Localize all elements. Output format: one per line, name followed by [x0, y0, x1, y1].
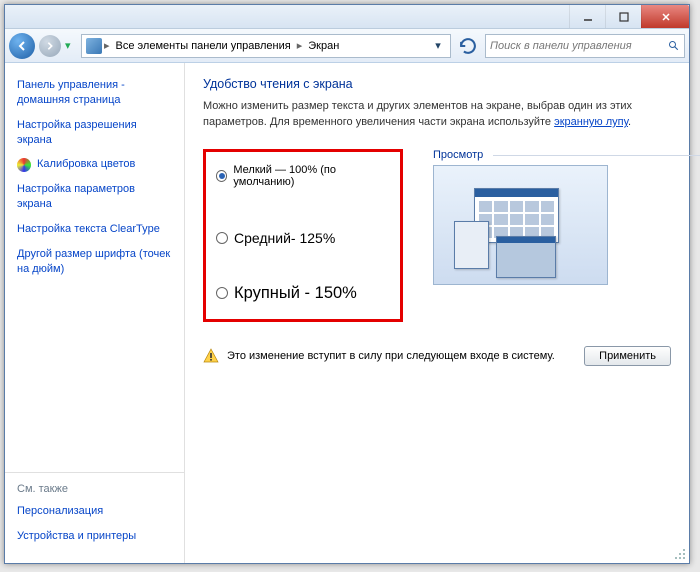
search-icon: [668, 40, 680, 52]
radio-small[interactable]: Мелкий — 100% (по умолчанию): [216, 164, 390, 188]
chevron-right-icon: ▸: [104, 39, 110, 52]
magnifier-link[interactable]: экранную лупу: [554, 116, 628, 128]
breadcrumb-controls: ▾: [430, 39, 446, 52]
content-area: Удобство чтения с экрана Можно изменить …: [185, 63, 689, 563]
minimize-button[interactable]: [569, 5, 605, 28]
sidebar-link-resolution[interactable]: Настройка разрешения экрана: [17, 113, 172, 153]
preview-image: [433, 165, 608, 285]
see-also-heading: См. также: [17, 483, 172, 495]
control-panel-window: ▾ ▸ Все элементы панели управления ▸ Экр…: [4, 4, 690, 564]
sidebar-link-personalization[interactable]: Персонализация: [17, 499, 172, 524]
nav-forward-button[interactable]: [39, 35, 61, 57]
page-description: Можно изменить размер текста и других эл…: [203, 99, 671, 131]
apply-button[interactable]: Применить: [584, 346, 671, 366]
nav-back-button[interactable]: [9, 33, 35, 59]
warning-text: Это изменение вступит в силу при следующ…: [227, 350, 555, 362]
warning-icon: [203, 348, 219, 364]
sidebar-link-display-settings[interactable]: Настройка параметров экрана: [17, 177, 172, 217]
warning-row: Это изменение вступит в силу при следующ…: [203, 346, 671, 366]
sidebar-link-home[interactable]: Панель управления - домашняя страница: [17, 73, 172, 113]
titlebar: [5, 5, 689, 29]
sidebar-link-devices-printers[interactable]: Устройства и принтеры: [17, 524, 172, 549]
search-placeholder: Поиск в панели управления: [490, 40, 632, 52]
sidebar-link-dpi[interactable]: Другой размер шрифта (точек на дюйм): [17, 242, 172, 282]
color-wheel-icon: [17, 158, 31, 172]
close-button[interactable]: [641, 5, 689, 28]
radio-icon: [216, 232, 228, 244]
chevron-down-icon[interactable]: ▾: [430, 39, 446, 52]
search-input[interactable]: Поиск в панели управления: [485, 34, 685, 58]
size-radio-group: Мелкий — 100% (по умолчанию) Средний- 12…: [203, 149, 403, 322]
preview-section: Просмотр: [433, 149, 608, 285]
page-title: Удобство чтения с экрана: [203, 77, 671, 91]
navbar: ▾ ▸ Все элементы панели управления ▸ Экр…: [5, 29, 689, 63]
sidebar: Панель управления - домашняя страница На…: [5, 63, 185, 563]
breadcrumb-root[interactable]: Все элементы панели управления: [112, 40, 295, 52]
refresh-button[interactable]: [457, 35, 479, 57]
sidebar-link-cleartype[interactable]: Настройка текста ClearType: [17, 217, 172, 242]
breadcrumb-current[interactable]: Экран: [304, 40, 343, 52]
radio-medium[interactable]: Средний- 125%: [216, 230, 390, 246]
preview-label: Просмотр: [433, 149, 608, 161]
radio-large[interactable]: Крупный - 150%: [216, 284, 390, 303]
control-panel-icon: [86, 38, 102, 54]
resize-grip[interactable]: [673, 547, 687, 561]
breadcrumb[interactable]: ▸ Все элементы панели управления ▸ Экран…: [81, 34, 451, 58]
radio-icon: [216, 170, 227, 182]
nav-history-dropdown[interactable]: ▾: [65, 39, 77, 52]
radio-icon: [216, 287, 228, 299]
sidebar-link-calibration[interactable]: Калибровка цветов: [17, 152, 172, 177]
chevron-right-icon: ▸: [297, 39, 303, 52]
maximize-button[interactable]: [605, 5, 641, 28]
